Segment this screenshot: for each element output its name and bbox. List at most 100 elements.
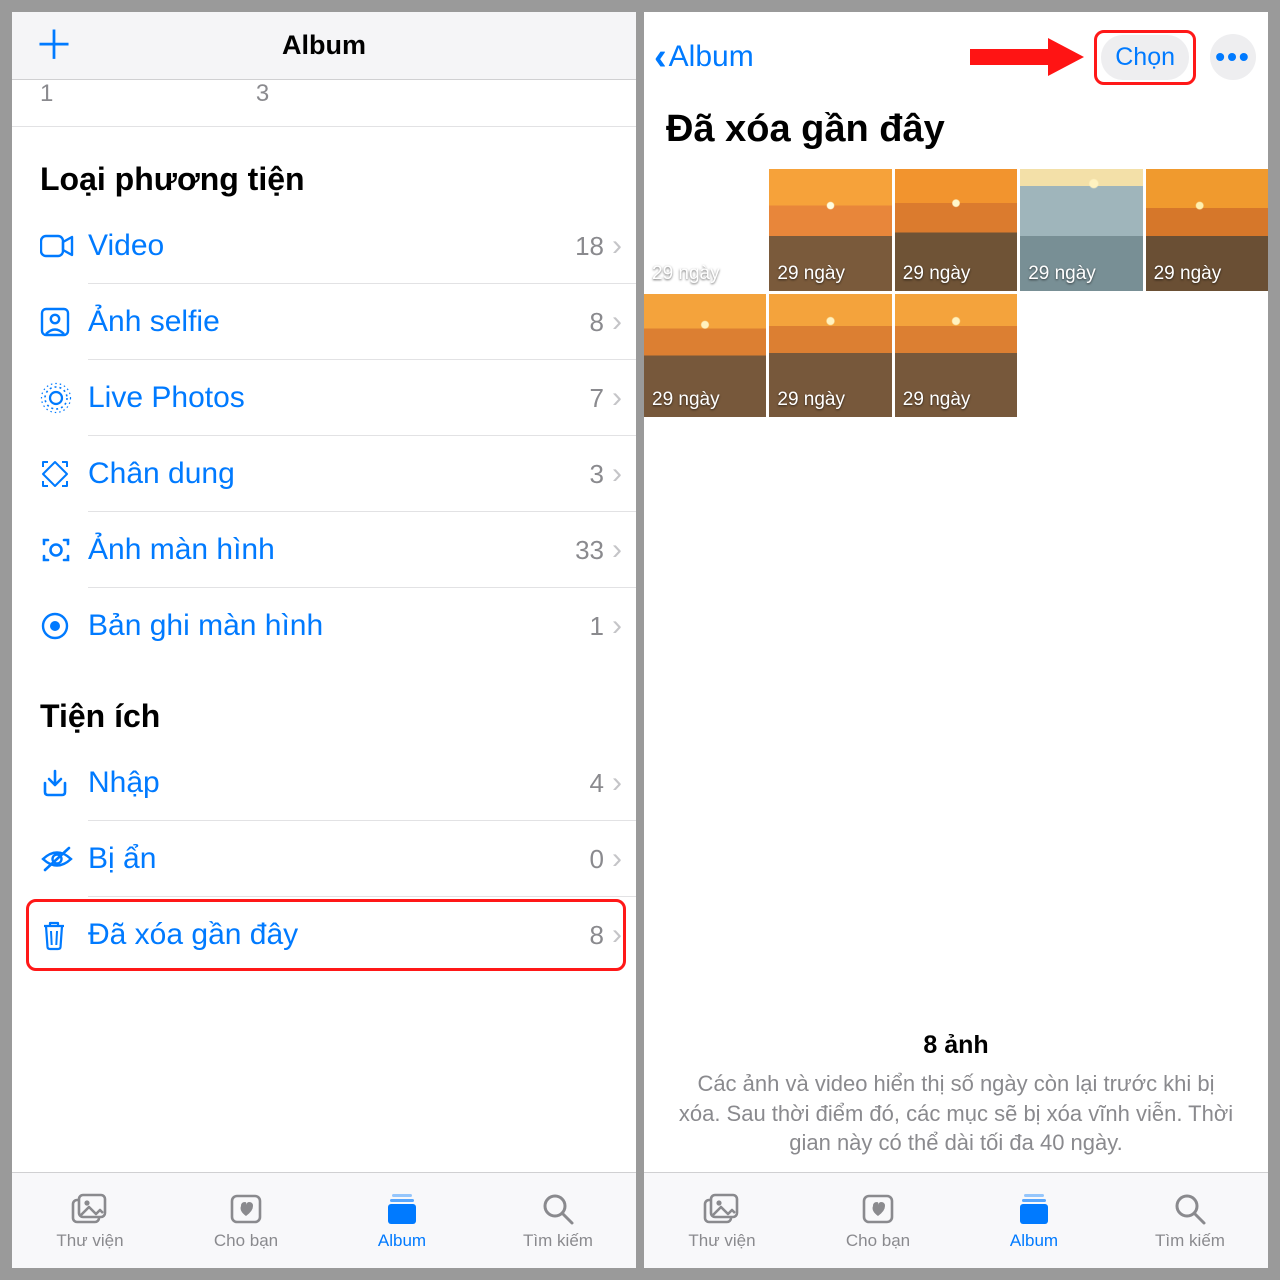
list-item-screenrec[interactable]: Bản ghi màn hình 1 › xyxy=(12,588,636,664)
tab-icon xyxy=(226,1191,266,1227)
chevron-right-icon: › xyxy=(612,457,622,491)
list-item-count: 18 xyxy=(575,231,604,262)
chevron-right-icon: › xyxy=(612,918,622,952)
section-media-types: Loại phương tiện xyxy=(12,127,636,208)
chevron-right-icon: › xyxy=(612,229,622,263)
list-item-label: Nhập xyxy=(88,766,590,800)
chevron-right-icon: › xyxy=(612,533,622,567)
tab-icon xyxy=(858,1191,898,1227)
list-item-label: Ảnh màn hình xyxy=(88,533,575,567)
footer-body: Các ảnh và video hiển thị số ngày còn lạ… xyxy=(674,1069,1238,1158)
tab-bar: Thư viện Cho bạn Album Tìm kiếm xyxy=(644,1172,1268,1268)
tab-icon xyxy=(702,1191,742,1227)
tab-icon xyxy=(1014,1191,1054,1227)
tab-cho-bạn[interactable]: Cho bạn xyxy=(168,1173,324,1268)
tab-thư-viện[interactable]: Thư viện xyxy=(12,1173,168,1268)
photo-thumb[interactable]: 29 ngày xyxy=(644,169,766,291)
right-screen: ‹ Album Chọn ••• Đã xóa gần đây 29 ngày … xyxy=(644,12,1268,1268)
livephotos-icon xyxy=(40,382,88,414)
list-item-selfie[interactable]: Ảnh selfie 8 › xyxy=(12,284,636,360)
days-remaining: 29 ngày xyxy=(777,263,845,285)
chevron-right-icon: › xyxy=(612,766,622,800)
photo-thumb[interactable]: 29 ngày xyxy=(1020,169,1142,291)
left-screen: ＋ Album 1 3 Loại phương tiện Video 18 › … xyxy=(12,12,636,1268)
album-scroll[interactable]: 1 3 Loại phương tiện Video 18 › Ảnh self… xyxy=(12,80,636,1172)
tab-album[interactable]: Album xyxy=(324,1173,480,1268)
list-item-label: Video xyxy=(88,229,575,263)
photo-thumb[interactable]: 29 ngày xyxy=(644,294,766,416)
chevron-right-icon: › xyxy=(612,305,622,339)
screenrec-icon xyxy=(40,611,88,641)
back-button[interactable]: ‹ Album xyxy=(654,36,754,79)
tab-icon xyxy=(538,1191,578,1227)
tab-label: Album xyxy=(378,1231,426,1251)
footer-count: 8 ảnh xyxy=(674,1029,1238,1063)
tab-label: Thư viện xyxy=(688,1231,755,1251)
chevron-left-icon: ‹ xyxy=(654,36,667,79)
photo-thumb[interactable]: 29 ngày xyxy=(895,294,1017,416)
nav-title: Album xyxy=(282,30,366,61)
days-remaining: 29 ngày xyxy=(652,389,720,411)
list-item-label: Bản ghi màn hình xyxy=(88,609,590,643)
tab-label: Album xyxy=(1010,1231,1058,1251)
hidden-icon xyxy=(40,846,88,872)
list-item-count: 7 xyxy=(590,383,604,414)
list-item-count: 8 xyxy=(590,920,604,951)
portrait-icon xyxy=(40,459,88,489)
days-remaining: 29 ngày xyxy=(1154,263,1222,285)
photo-thumb[interactable]: 29 ngày xyxy=(1146,169,1268,291)
add-button[interactable]: ＋ xyxy=(34,26,74,66)
tab-icon xyxy=(382,1191,422,1227)
tab-label: Thư viện xyxy=(56,1231,123,1251)
list-item-hidden[interactable]: Bị ẩn 0 › xyxy=(12,821,636,897)
list-item-label: Bị ẩn xyxy=(88,842,590,876)
selfie-icon xyxy=(40,307,88,337)
import-icon xyxy=(40,768,88,798)
tab-tìm-kiếm[interactable]: Tìm kiếm xyxy=(1112,1173,1268,1268)
list-item-count: 1 xyxy=(590,611,604,642)
list-item-livephotos[interactable]: Live Photos 7 › xyxy=(12,360,636,436)
section-utilities: Tiện ích xyxy=(12,664,636,745)
navbar: ‹ Album Chọn ••• xyxy=(644,12,1268,102)
list-item-label: Chân dung xyxy=(88,457,590,491)
list-item-screenshot[interactable]: Ảnh màn hình 33 › xyxy=(12,512,636,588)
photo-thumb[interactable]: 29 ngày xyxy=(769,294,891,416)
tab-label: Cho bạn xyxy=(214,1231,278,1251)
chevron-right-icon: › xyxy=(612,842,622,876)
back-label: Album xyxy=(669,40,754,74)
list-item-video[interactable]: Video 18 › xyxy=(12,208,636,284)
footer-note: 8 ảnh Các ảnh và video hiển thị số ngày … xyxy=(644,1029,1268,1172)
navbar: ＋ Album xyxy=(12,12,636,80)
list-item-import[interactable]: Nhập 4 › xyxy=(12,745,636,821)
page-title: Đã xóa gần đây xyxy=(644,102,1268,169)
list-item-label: Live Photos xyxy=(88,381,590,415)
list-item-portrait[interactable]: Chân dung 3 › xyxy=(12,436,636,512)
tab-bar: Thư viện Cho bạn Album Tìm kiếm xyxy=(12,1172,636,1268)
list-item-count: 33 xyxy=(575,535,604,566)
days-remaining: 29 ngày xyxy=(903,389,971,411)
tab-label: Cho bạn xyxy=(846,1231,910,1251)
list-item-count: 0 xyxy=(590,844,604,875)
select-button-highlight: Chọn xyxy=(1094,30,1196,85)
tab-tìm-kiếm[interactable]: Tìm kiếm xyxy=(480,1173,636,1268)
list-item-count: 8 xyxy=(590,307,604,338)
days-remaining: 29 ngày xyxy=(1028,263,1096,285)
list-item-trash[interactable]: Đã xóa gần đây 8 › xyxy=(12,897,636,973)
photo-grid: 29 ngày 29 ngày 29 ngày 29 ngày 29 ngày … xyxy=(644,169,1268,417)
days-remaining: 29 ngày xyxy=(903,263,971,285)
list-item-label: Đã xóa gần đây xyxy=(88,918,590,952)
photo-thumb[interactable]: 29 ngày xyxy=(769,169,891,291)
tab-icon xyxy=(1170,1191,1210,1227)
screenshot-icon xyxy=(40,536,88,564)
tab-album[interactable]: Album xyxy=(956,1173,1112,1268)
list-item-count: 3 xyxy=(590,459,604,490)
tab-label: Tìm kiếm xyxy=(1155,1231,1225,1251)
tab-thư-viện[interactable]: Thư viện xyxy=(644,1173,800,1268)
photo-thumb[interactable]: 29 ngày xyxy=(895,169,1017,291)
more-button[interactable]: ••• xyxy=(1210,34,1256,80)
days-remaining: 29 ngày xyxy=(652,263,720,285)
tab-cho-bạn[interactable]: Cho bạn xyxy=(800,1173,956,1268)
chevron-right-icon: › xyxy=(612,381,622,415)
tab-label: Tìm kiếm xyxy=(523,1231,593,1251)
select-button[interactable]: Chọn xyxy=(1101,35,1189,80)
